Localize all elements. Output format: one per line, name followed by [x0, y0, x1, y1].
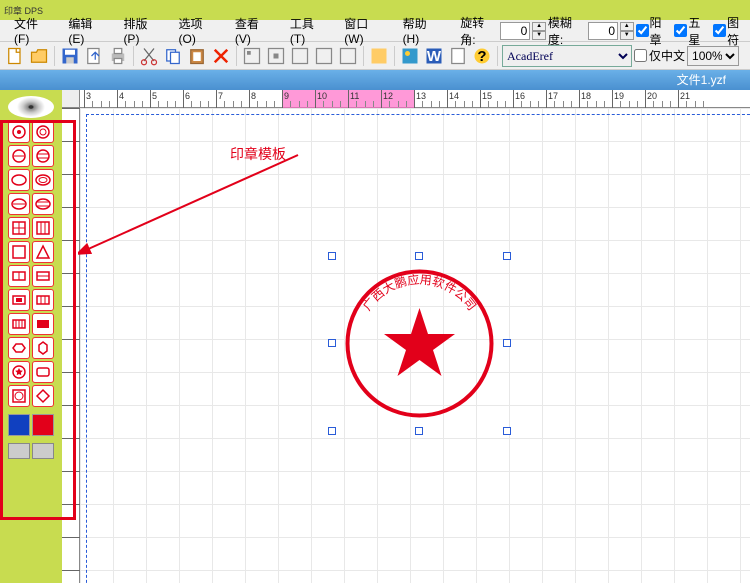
- paste-button[interactable]: [186, 45, 208, 67]
- blur-spinner[interactable]: ▲▼: [620, 22, 634, 40]
- rotate-label: 旋转角:: [460, 14, 498, 48]
- workspace: 3456789101112131415161718192021 广西大鹏应用软件…: [0, 90, 750, 583]
- export-button[interactable]: [83, 45, 105, 67]
- stamp-template-7[interactable]: [8, 193, 30, 215]
- ruler-horizontal[interactable]: 3456789101112131415161718192021: [80, 90, 750, 108]
- selection-handle-sw[interactable]: [328, 427, 336, 435]
- stamp-template-5[interactable]: [8, 169, 30, 191]
- stamp-template-6[interactable]: [32, 169, 54, 191]
- tufu-label: 图符: [727, 14, 750, 48]
- canvas[interactable]: 广西大鹏应用软件公司: [80, 108, 750, 583]
- stamp-template-12[interactable]: [32, 241, 54, 263]
- selection-handle-e[interactable]: [503, 339, 511, 347]
- align-2-button[interactable]: [265, 45, 287, 67]
- misc-button-1[interactable]: [8, 443, 30, 459]
- stamp-template-9[interactable]: [8, 217, 30, 239]
- document-title-bar: 文件1.yzf: [0, 70, 750, 90]
- stamp-template-grid: [8, 121, 54, 407]
- selection-handle-w[interactable]: [328, 339, 336, 347]
- selection-handle-s[interactable]: [415, 427, 423, 435]
- stamp-template-4[interactable]: [32, 145, 54, 167]
- print-button[interactable]: [107, 45, 129, 67]
- menu-view[interactable]: 查看(V): [229, 13, 280, 48]
- stamp-template-14[interactable]: [32, 265, 54, 287]
- menu-tool[interactable]: 工具(T): [284, 13, 334, 48]
- yang-checkbox[interactable]: [636, 24, 649, 37]
- stamp-template-19[interactable]: [8, 337, 30, 359]
- save-button[interactable]: [59, 45, 81, 67]
- open-button[interactable]: [28, 45, 50, 67]
- blur-label: 模糊度:: [548, 14, 586, 48]
- cut-button[interactable]: [138, 45, 160, 67]
- new-button[interactable]: [4, 45, 26, 67]
- align-3-button[interactable]: [289, 45, 311, 67]
- copy-button[interactable]: [162, 45, 184, 67]
- menu-help[interactable]: 帮助(H): [397, 13, 449, 48]
- toolbar: W ? AcadEref 仅中文 100%: [0, 42, 750, 70]
- tufu-checkbox[interactable]: [713, 24, 726, 37]
- align-1-button[interactable]: [241, 45, 263, 67]
- doc-button[interactable]: [447, 45, 469, 67]
- color-button[interactable]: [368, 45, 390, 67]
- image-button[interactable]: [399, 45, 421, 67]
- stamp-template-2[interactable]: [32, 121, 54, 143]
- ruler-corner: [62, 90, 80, 108]
- color-swatch-red[interactable]: [32, 414, 54, 436]
- zoom-select[interactable]: 100%: [687, 46, 739, 66]
- stamp-template-18[interactable]: [32, 313, 54, 335]
- stamp-template-8[interactable]: [32, 193, 54, 215]
- menu-window[interactable]: 窗口(W): [338, 13, 392, 48]
- delete-button[interactable]: [210, 45, 232, 67]
- blur-input[interactable]: [588, 22, 618, 40]
- align-4-button[interactable]: [313, 45, 335, 67]
- stamp-template-panel: [0, 90, 62, 583]
- star-label: 五星: [688, 14, 711, 48]
- stamp-template-16[interactable]: [32, 289, 54, 311]
- annotation-label: 印章模板: [230, 144, 286, 164]
- stamp-template-21[interactable]: [8, 361, 30, 383]
- color-swatch-blue[interactable]: [8, 414, 30, 436]
- stamp-template-10[interactable]: [32, 217, 54, 239]
- menu-edit[interactable]: 编辑(E): [62, 13, 113, 48]
- selection-handle-nw[interactable]: [328, 252, 336, 260]
- stamp-template-17[interactable]: [8, 313, 30, 335]
- document-title: 文件1.yzf: [677, 73, 726, 87]
- yang-label: 阳章: [650, 14, 673, 48]
- rotate-spinner[interactable]: ▲▼: [532, 22, 546, 40]
- stamp-template-23[interactable]: [8, 385, 30, 407]
- misc-button-2[interactable]: [32, 443, 54, 459]
- menu-layout[interactable]: 排版(P): [117, 13, 168, 48]
- svg-text:W: W: [427, 48, 442, 65]
- svg-text:广西大鹏应用软件公司: 广西大鹏应用软件公司: [360, 272, 479, 314]
- word-button[interactable]: W: [423, 45, 445, 67]
- menu-file[interactable]: 文件(F): [8, 13, 58, 48]
- align-5-button[interactable]: [337, 45, 359, 67]
- menu-option[interactable]: 选项(O): [172, 13, 224, 48]
- stamp-template-13[interactable]: [8, 265, 30, 287]
- stamp-template-3[interactable]: [8, 145, 30, 167]
- selection-handle-n[interactable]: [415, 252, 423, 260]
- selection-handle-se[interactable]: [503, 427, 511, 435]
- stamp-template-15[interactable]: [8, 289, 30, 311]
- canvas-area: 3456789101112131415161718192021 广西大鹏应用软件…: [62, 90, 750, 583]
- stamp-template-20[interactable]: [32, 337, 54, 359]
- stamp-object[interactable]: 广西大鹏应用软件公司: [342, 266, 497, 421]
- menu-bar: 文件(F) 编辑(E) 排版(P) 选项(O) 查看(V) 工具(T) 窗口(W…: [0, 20, 750, 42]
- svg-text:?: ?: [477, 48, 486, 65]
- help-button[interactable]: ?: [471, 45, 493, 67]
- chinese-only-checkbox[interactable]: [634, 49, 647, 62]
- selection-handle-ne[interactable]: [503, 252, 511, 260]
- star-checkbox[interactable]: [674, 24, 687, 37]
- ruler-vertical[interactable]: [62, 108, 80, 583]
- stamp-template-1[interactable]: [8, 121, 30, 143]
- font-select[interactable]: AcadEref: [502, 45, 632, 67]
- eye-icon: [8, 96, 54, 118]
- chinese-only-label: 仅中文: [649, 47, 685, 64]
- rotate-input[interactable]: [500, 22, 530, 40]
- stamp-template-11[interactable]: [8, 241, 30, 263]
- stamp-template-22[interactable]: [32, 361, 54, 383]
- stamp-template-24[interactable]: [32, 385, 54, 407]
